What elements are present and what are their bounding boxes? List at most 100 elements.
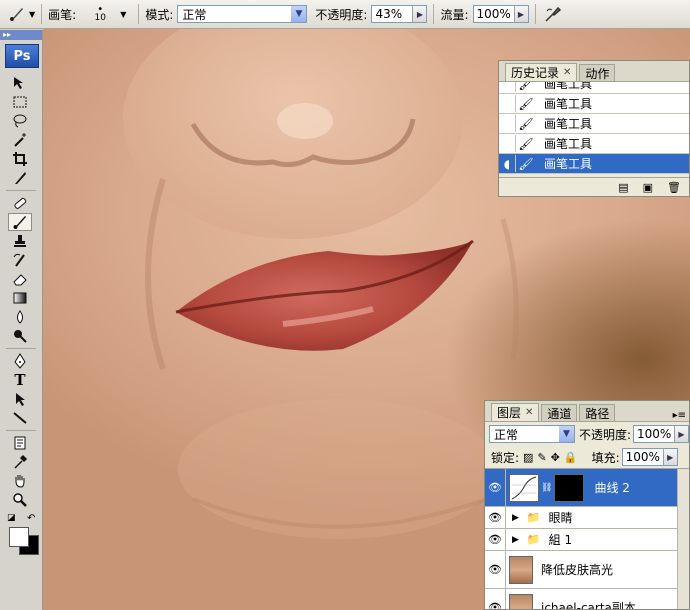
history-source-checkbox[interactable] (499, 82, 516, 92)
layer-opacity-field[interactable]: 100% ▶ (633, 425, 689, 443)
eye-icon[interactable]: 👁 (485, 551, 506, 588)
layers-lock-row: 锁定: ▨ ✎ ✥ 🔒 填充: 100% ▶ (485, 446, 689, 469)
eye-icon[interactable]: 👁 (485, 469, 506, 506)
tab-history[interactable]: 历史记录 ✕ (505, 63, 578, 81)
new-document-from-state-icon[interactable]: ▤ (618, 181, 628, 194)
snapshot-icon[interactable]: ▣ (643, 181, 653, 194)
fill-arrow-icon[interactable]: ▶ (662, 449, 677, 465)
layers-panel-tabs: 图层 ✕ 通道 路径 ▸≡ (485, 401, 689, 422)
chain-link-icon[interactable]: ⛓ (541, 483, 552, 493)
tab-layers[interactable]: 图层 ✕ (491, 403, 540, 421)
mode-select[interactable]: 正常 ▼ (177, 5, 308, 23)
history-item-label: 画笔工具 (544, 82, 593, 91)
lock-label: 锁定: (491, 450, 520, 465)
magic-wand-tool-icon[interactable] (8, 131, 32, 149)
brush-tool-preset-icon[interactable]: ▼ (8, 5, 35, 23)
lock-paint-icon[interactable]: ✎ (537, 451, 546, 464)
close-icon[interactable]: ✕ (563, 67, 571, 78)
history-state-slider-icon[interactable]: ◖ (499, 155, 516, 172)
tab-paths[interactable]: 路径 (579, 404, 616, 421)
toolbox-grip[interactable]: ▸▸ (0, 30, 42, 40)
opacity-value: 43% (375, 7, 403, 21)
layer-group-row[interactable]: 👁 ▶ 📁 組 1 (485, 529, 677, 551)
history-source-checkbox[interactable] (499, 95, 516, 112)
tab-channels-label: 通道 (547, 406, 572, 421)
slice-tool-icon[interactable] (8, 169, 32, 187)
tab-layers-label: 图层 (497, 406, 522, 420)
lock-move-icon[interactable]: ✥ (551, 451, 560, 464)
history-item[interactable]: 🖌 画笔工具 (499, 82, 689, 94)
default-colors-icon[interactable]: ◪ (7, 513, 16, 523)
history-item[interactable]: 🖌 画笔工具 (499, 134, 689, 154)
eye-icon[interactable]: 👁 (485, 589, 506, 609)
clone-stamp-tool-icon[interactable] (8, 232, 32, 250)
history-brush-tool-icon[interactable] (8, 251, 32, 269)
hand-tool-icon[interactable] (8, 472, 32, 490)
expand-triangle-icon[interactable]: ▶ (512, 513, 519, 523)
opacity-slider-arrow-icon[interactable]: ▶ (412, 6, 427, 22)
eraser-tool-icon[interactable] (8, 270, 32, 288)
type-tool-icon[interactable]: T (8, 371, 32, 389)
lock-transparent-icon[interactable]: ▨ (523, 451, 533, 464)
photoshop-logo[interactable]: Ps (5, 44, 39, 68)
pen-tool-icon[interactable] (8, 352, 32, 370)
layer-opacity-label: 不透明度: (578, 427, 632, 442)
layers-scrollbar[interactable] (677, 469, 689, 609)
lasso-tool-icon[interactable] (8, 112, 32, 130)
toolbox: ▸▸ Ps T ◪ ↶ (0, 30, 43, 610)
layer-mask-thumbnail[interactable] (554, 473, 585, 502)
layers-panel: 图层 ✕ 通道 路径 ▸≡ 正常 ▼ 不透明度: 100% ▶ 锁定: ▨ ✎ ✥… (484, 400, 690, 610)
flow-slider-arrow-icon[interactable]: ▶ (513, 6, 528, 22)
healing-brush-tool-icon[interactable] (8, 194, 32, 212)
brush-picker-arrow-icon[interactable]: ▼ (120, 10, 126, 19)
layer-row[interactable]: 👁 降低皮肤高光 (485, 551, 677, 589)
history-item-label: 画笔工具 (544, 157, 593, 171)
layer-name: 組 1 (548, 533, 573, 547)
layer-opacity-value: 100% (637, 427, 672, 441)
layer-opacity-arrow-icon[interactable]: ▶ (674, 426, 688, 442)
history-item-current[interactable]: ◖ 🖌 画笔工具 (499, 154, 689, 174)
gradient-tool-icon[interactable] (8, 289, 32, 307)
line-tool-icon[interactable] (8, 409, 32, 427)
tab-channels[interactable]: 通道 (541, 404, 578, 421)
eye-icon[interactable]: 👁 (485, 529, 506, 550)
tab-actions[interactable]: 动作 (579, 64, 616, 81)
lock-all-icon[interactable]: 🔒 (564, 451, 578, 464)
history-source-checkbox[interactable] (499, 135, 516, 152)
zoom-tool-icon[interactable] (8, 491, 32, 509)
move-tool-icon[interactable] (8, 74, 32, 92)
layer-row[interactable]: 👁 ichael-carta副本 (485, 589, 677, 609)
crop-tool-icon[interactable] (8, 150, 32, 168)
path-selection-tool-icon[interactable] (8, 390, 32, 408)
blur-tool-icon[interactable] (8, 308, 32, 326)
blend-mode-select[interactable]: 正常 ▼ (489, 425, 575, 443)
notes-tool-icon[interactable] (8, 434, 32, 452)
brush-icon: 🖌 (518, 116, 534, 131)
foreground-color-swatch[interactable] (9, 527, 29, 547)
flow-field[interactable]: 100% ▶ (472, 5, 529, 23)
airbrush-icon[interactable] (542, 4, 564, 24)
history-item-label: 画笔工具 (544, 137, 593, 151)
marquee-tool-icon[interactable] (8, 93, 32, 111)
trash-icon[interactable]: 🗑 (667, 181, 681, 194)
flow-label: 流量: (440, 7, 469, 22)
expand-triangle-icon[interactable]: ▶ (512, 535, 519, 545)
panel-menu-icon[interactable]: ▸≡ (673, 410, 686, 421)
type-tool-letter: T (14, 371, 26, 389)
eye-icon[interactable]: 👁 (485, 507, 506, 528)
eyedropper-tool-icon[interactable] (8, 453, 32, 471)
layer-row[interactable]: 👁 ⛓ 曲线 2 (485, 469, 677, 507)
fill-field[interactable]: 100% ▶ (621, 448, 678, 466)
brush-picker[interactable]: • 10 (80, 5, 120, 23)
swap-colors-icon[interactable]: ↶ (27, 513, 35, 524)
history-item[interactable]: 🖌 画笔工具 (499, 114, 689, 134)
layer-group-row[interactable]: 👁 ▶ 📁 眼睛 (485, 507, 677, 529)
history-item[interactable]: 🖌 画笔工具 (499, 94, 689, 114)
flow-value: 100% (476, 7, 511, 21)
close-icon[interactable]: ✕ (525, 407, 533, 418)
dodge-tool-icon[interactable] (8, 327, 32, 345)
opacity-field[interactable]: 43% ▶ (371, 5, 428, 23)
brush-tool-icon[interactable] (8, 213, 32, 231)
history-source-checkbox[interactable] (499, 115, 516, 132)
history-footer: ▤ ▣ 🗑 (499, 177, 689, 196)
